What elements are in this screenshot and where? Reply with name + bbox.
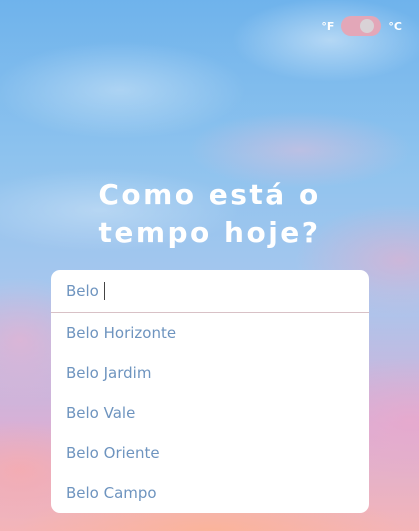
search-box: Belo Belo Horizonte Belo Jardim Belo Val… bbox=[51, 270, 369, 513]
suggestion-list: Belo Horizonte Belo Jardim Belo Vale Bel… bbox=[51, 313, 369, 513]
suggestion-item[interactable]: Belo Horizonte bbox=[51, 313, 369, 353]
suggestion-item[interactable]: Belo Campo bbox=[51, 473, 369, 513]
switch-knob bbox=[360, 19, 375, 33]
search-input[interactable]: Belo bbox=[51, 270, 369, 313]
fahrenheit-label: °F bbox=[321, 19, 335, 33]
page-title: Como está o tempo hoje? bbox=[0, 176, 419, 252]
search-input-value: Belo bbox=[66, 282, 99, 300]
title-line-1: Como está o bbox=[98, 178, 321, 211]
title-line-2: tempo hoje? bbox=[98, 216, 321, 249]
unit-switch[interactable] bbox=[341, 16, 382, 36]
suggestion-item[interactable]: Belo Vale bbox=[51, 393, 369, 433]
suggestion-item[interactable]: Belo Jardim bbox=[51, 353, 369, 393]
unit-toggle: °F °C bbox=[321, 16, 402, 36]
suggestion-item[interactable]: Belo Oriente bbox=[51, 433, 369, 473]
text-caret bbox=[103, 282, 105, 300]
celsius-label: °C bbox=[388, 19, 402, 33]
